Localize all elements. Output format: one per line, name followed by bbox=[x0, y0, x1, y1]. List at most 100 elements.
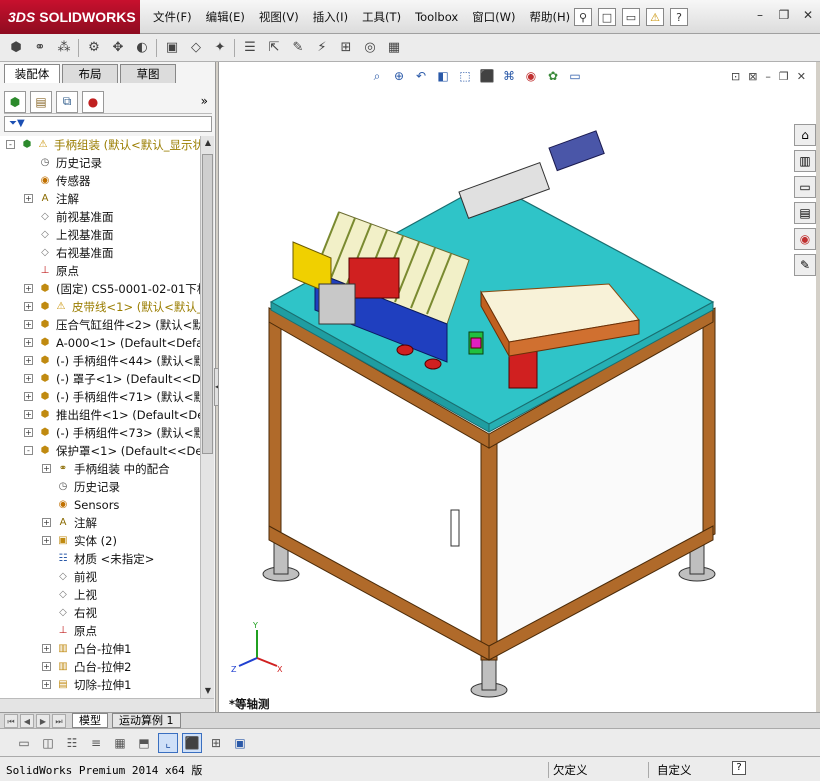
scroll-thumb[interactable] bbox=[202, 154, 213, 454]
menu-item-3[interactable]: 插入(I) bbox=[306, 9, 355, 25]
hidden-lines-icon[interactable]: ◫ bbox=[38, 733, 58, 753]
expand-icon[interactable]: + bbox=[42, 464, 51, 473]
model-tab-0[interactable]: 模型 bbox=[72, 713, 108, 728]
tree-item[interactable]: + A 注解 bbox=[0, 514, 200, 532]
tree-item[interactable]: ◉ 传感器 bbox=[0, 172, 200, 190]
expand-icon[interactable]: + bbox=[24, 374, 33, 383]
instant3d-icon[interactable]: ▦ bbox=[384, 38, 404, 58]
open-folder-icon[interactable]: ▭ bbox=[622, 8, 640, 26]
tree-item[interactable]: + ⚭ 手柄组装 中的配合 bbox=[0, 460, 200, 478]
insert-component-icon[interactable]: ⬢ bbox=[6, 38, 26, 58]
menu-item-2[interactable]: 视图(V) bbox=[252, 9, 306, 25]
tree-item[interactable]: + ▤ 切除-拉伸1 bbox=[0, 676, 200, 694]
smart-fasteners-icon[interactable]: ⚙ bbox=[84, 38, 104, 58]
tree-horizontal-scrollbar[interactable] bbox=[0, 698, 214, 712]
menu-item-1[interactable]: 编辑(E) bbox=[199, 9, 252, 25]
tree-item[interactable]: + ▣ 实体 (2) bbox=[0, 532, 200, 550]
tree-item[interactable]: ◇ 上视基准面 bbox=[0, 226, 200, 244]
graphics-area[interactable]: ⌕ ⊕ ↶ ◧ ⬚ ⬛ ⌘ ◉ ✿ ▭ ⊡ ⊠ – ❐ ✕ ⌂ ▥ ▭ ▤ ◉ … bbox=[218, 62, 816, 712]
sketch-icon[interactable]: ⌞ bbox=[158, 732, 178, 753]
shaded-icon[interactable]: ▭ bbox=[14, 733, 34, 753]
perspective-icon[interactable]: ⬒ bbox=[134, 733, 154, 753]
tree-item[interactable]: ☷ 材质 <未指定> bbox=[0, 550, 200, 568]
tree-item[interactable]: ⊥ 原点 bbox=[0, 262, 200, 280]
warning-icon[interactable]: ⚠ bbox=[646, 8, 664, 26]
clearance-verification-icon[interactable]: ⊞ bbox=[336, 38, 356, 58]
tree-item[interactable]: + ⬢ (-) 手柄组件<71> (默认<默认 bbox=[0, 388, 200, 406]
mate-icon[interactable]: ⚭ bbox=[30, 38, 50, 58]
tab-1[interactable]: 布局 bbox=[62, 64, 118, 83]
menu-item-0[interactable]: 文件(F) bbox=[146, 9, 199, 25]
last-tab-icon[interactable]: ⏭ bbox=[52, 713, 66, 728]
restore-icon[interactable]: ❐ bbox=[776, 8, 792, 22]
tree-item[interactable]: + ⬢ (-) 手柄组件<73> (默认<默认 bbox=[0, 424, 200, 442]
tree-item[interactable]: ◉ Sensors bbox=[0, 496, 200, 514]
tree-item[interactable]: - ⬢ ⚠ 手柄组装 (默认<默认_显示状 bbox=[0, 136, 200, 154]
table-icon[interactable]: ⊞ bbox=[206, 733, 226, 753]
linear-pattern-icon[interactable]: ⁂ bbox=[54, 38, 74, 58]
help-icon[interactable]: ? bbox=[732, 761, 746, 775]
tree-item[interactable]: ◇ 右视 bbox=[0, 604, 200, 622]
exploded-view-icon[interactable]: ⇱ bbox=[264, 38, 284, 58]
tree-filter-input[interactable]: ⏷▼ bbox=[4, 116, 212, 132]
first-tab-icon[interactable]: ⏮ bbox=[4, 713, 18, 728]
tree-item[interactable]: + ⬢ (固定) CS5-0001-02-01下机架 bbox=[0, 280, 200, 298]
tree-item[interactable]: ◇ 上视 bbox=[0, 586, 200, 604]
tab-2[interactable]: 草图 bbox=[120, 64, 176, 83]
new-document-icon[interactable]: □ bbox=[598, 8, 616, 26]
expand-icon[interactable]: + bbox=[24, 410, 33, 419]
tree-item[interactable]: -⬢ 保护罩<1> (Default<<Default bbox=[0, 442, 200, 460]
help-icon[interactable]: ? bbox=[670, 8, 688, 26]
tree-vertical-scrollbar[interactable]: ▲ ▼ bbox=[200, 136, 214, 698]
expand-icon[interactable]: + bbox=[24, 194, 33, 203]
expand-icon[interactable]: + bbox=[42, 644, 51, 653]
status-units[interactable]: 自定义 bbox=[648, 762, 692, 778]
tab-0[interactable]: 装配体 bbox=[4, 64, 60, 83]
more-tabs-icon[interactable]: » bbox=[201, 94, 208, 108]
expand-icon[interactable]: + bbox=[24, 428, 33, 437]
reference-geometry-icon[interactable]: ◇ bbox=[186, 38, 206, 58]
expand-icon[interactable]: + bbox=[42, 536, 51, 545]
move-component-icon[interactable]: ✥ bbox=[108, 38, 128, 58]
bill-of-materials-icon[interactable]: ☰ bbox=[240, 38, 260, 58]
model-tab-1[interactable]: 运动算例 1 bbox=[112, 713, 181, 728]
tree-item[interactable]: + ⬢ (-) 手柄组件<44> (默认<默认 bbox=[0, 352, 200, 370]
wireframe-icon[interactable]: ☷ bbox=[62, 733, 82, 753]
assembly-features-icon[interactable]: ▣ bbox=[162, 38, 182, 58]
property-manager-icon[interactable]: ▤ bbox=[30, 90, 52, 113]
tree-item[interactable]: + ⬢ 推出组件<1> (Default<Defau bbox=[0, 406, 200, 424]
interference-detection-icon[interactable]: ⚡ bbox=[312, 38, 332, 58]
show-hidden-icon[interactable]: ◐ bbox=[132, 38, 152, 58]
tree-item[interactable]: ◇ 前视基准面 bbox=[0, 208, 200, 226]
minimize-icon[interactable]: – bbox=[752, 8, 768, 22]
expand-icon[interactable]: + bbox=[42, 518, 51, 527]
tree-item[interactable]: + ⬢ ⚠ 皮带线<1> (默认<默认_显 bbox=[0, 298, 200, 316]
new-motion-study-icon[interactable]: ✦ bbox=[210, 38, 230, 58]
tree-item[interactable]: ◇ 前视 bbox=[0, 568, 200, 586]
tree-item[interactable]: + ⬢ 压合气缸组件<2> (默认<默认 bbox=[0, 316, 200, 334]
menu-item-6[interactable]: 窗口(W) bbox=[465, 9, 522, 25]
expand-icon[interactable]: + bbox=[42, 662, 51, 671]
close-icon[interactable]: ✕ bbox=[800, 8, 816, 22]
feature-manager-tree-icon[interactable]: ⬢ bbox=[4, 90, 26, 113]
expand-icon[interactable]: + bbox=[24, 338, 33, 347]
configuration-manager-icon[interactable]: ⧉ bbox=[56, 90, 78, 113]
filter-dropdown-icon[interactable]: ▼ bbox=[17, 118, 25, 129]
scroll-down-icon[interactable]: ▼ bbox=[201, 684, 215, 698]
tree-item[interactable]: + ▥ 凸台-拉伸1 bbox=[0, 640, 200, 658]
tree-item[interactable]: ◷ 历史记录 bbox=[0, 154, 200, 172]
expand-icon[interactable]: + bbox=[24, 392, 33, 401]
tree-item[interactable]: ◷ 历史记录 bbox=[0, 478, 200, 496]
expand-icon[interactable]: + bbox=[24, 284, 33, 293]
draft-quality-icon[interactable]: ≡ bbox=[86, 733, 106, 753]
tree-item[interactable]: + ⬢ A-000<1> (Default<Default_ bbox=[0, 334, 200, 352]
grid-icon[interactable]: ▦ bbox=[110, 733, 130, 753]
prev-tab-icon[interactable]: ◀ bbox=[20, 713, 34, 728]
shaded-edges-icon[interactable]: ⬛ bbox=[182, 732, 202, 753]
menu-item-4[interactable]: 工具(T) bbox=[355, 9, 408, 25]
tree-item[interactable]: + ▥ 凸台-拉伸2 bbox=[0, 658, 200, 676]
display-manager-icon[interactable]: ● bbox=[82, 90, 104, 113]
save-view-icon[interactable]: ▣ bbox=[230, 733, 250, 753]
next-tab-icon[interactable]: ▶ bbox=[36, 713, 50, 728]
expand-icon[interactable]: + bbox=[24, 320, 33, 329]
